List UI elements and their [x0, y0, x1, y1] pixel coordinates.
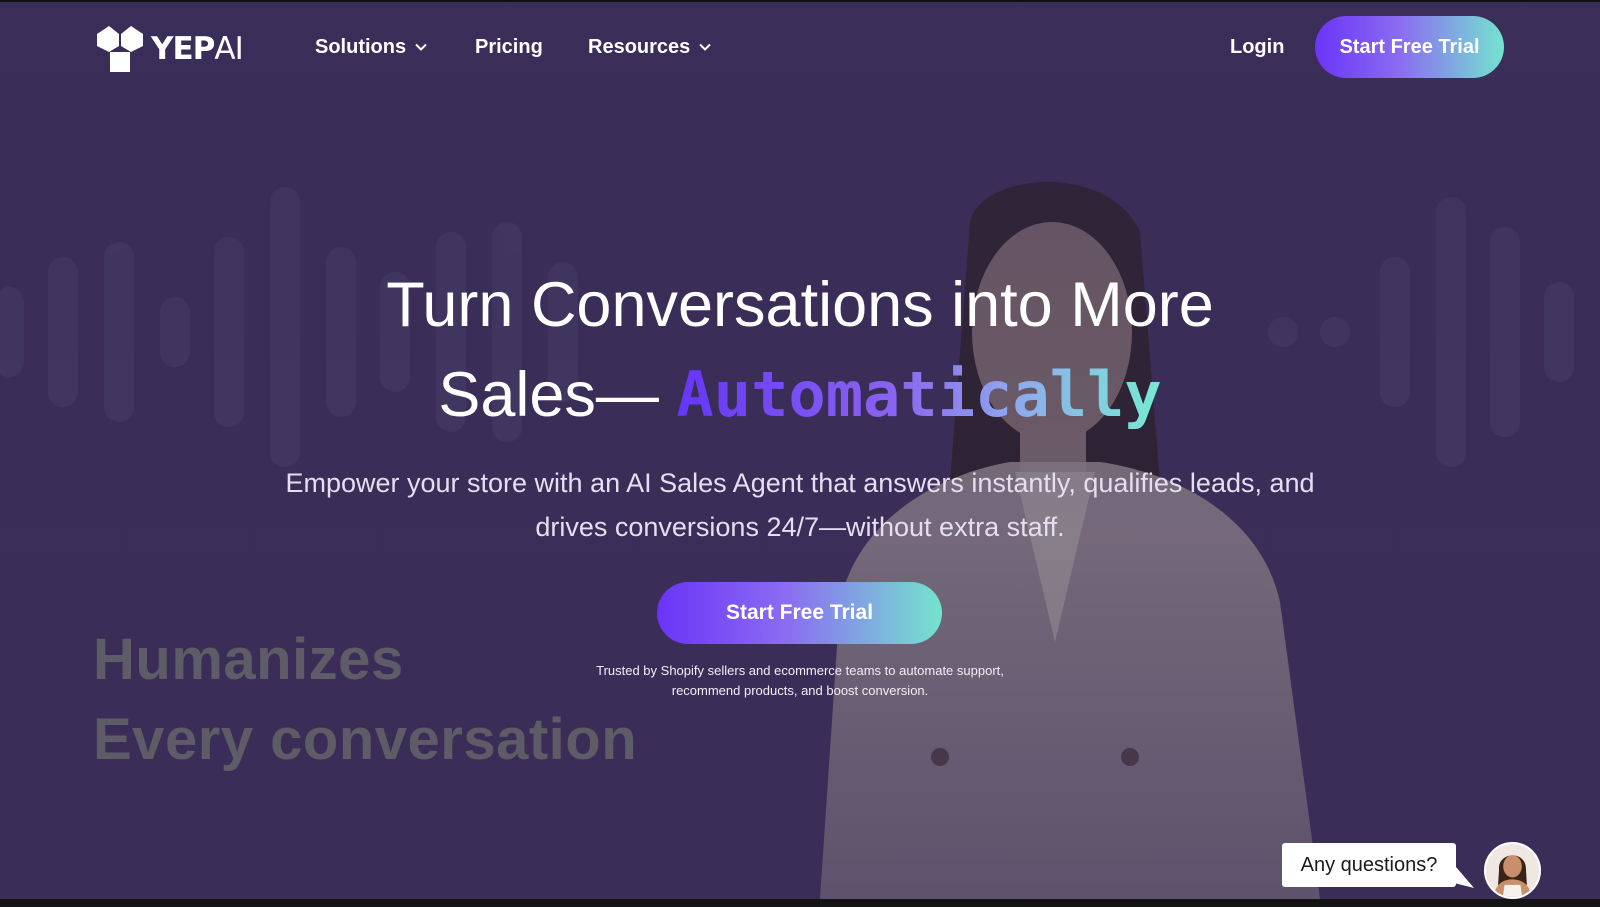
- logo[interactable]: YEPAI: [95, 26, 244, 72]
- avatar[interactable]: [1484, 842, 1541, 899]
- nav-solutions[interactable]: Solutions: [315, 32, 427, 62]
- login-link[interactable]: Login: [1230, 32, 1284, 62]
- hero-title-prefix: Sales—: [438, 360, 677, 430]
- trust-line1: Trusted by Shopify sellers and ecommerce…: [596, 663, 1004, 678]
- chat-bubble-tail: [1450, 860, 1474, 888]
- hero-title-highlight: Automatically: [676, 358, 1162, 431]
- trust-line2: recommend products, and boost conversion…: [671, 683, 929, 698]
- nav-resources-label: Resources: [588, 35, 691, 58]
- nav-solutions-label: Solutions: [315, 35, 407, 58]
- hero-title-line2: Sales— Automatically: [200, 350, 1400, 440]
- nav-pricing-label: Pricing: [475, 35, 543, 58]
- chevron-down-icon: [699, 43, 711, 51]
- yepai-logo-icon: [97, 26, 143, 72]
- brand-name: YEPAI: [151, 31, 244, 67]
- chevron-down-icon: [415, 43, 427, 51]
- nav-start-free-trial-button[interactable]: Start Free Trial: [1315, 16, 1504, 78]
- hero-title-line1: Turn Conversations into More: [386, 270, 1214, 340]
- hero-start-free-trial-button[interactable]: Start Free Trial: [657, 582, 942, 644]
- chat-prompt-bubble[interactable]: Any questions?: [1282, 843, 1456, 887]
- avatar-image: [1486, 844, 1539, 897]
- background-tagline: Humanizes Every conversation: [93, 620, 637, 780]
- nav-resources[interactable]: Resources: [588, 32, 711, 62]
- bottom-edge: [0, 899, 1600, 907]
- nav-pricing[interactable]: Pricing: [475, 32, 543, 62]
- hero-title: Turn Conversations into More Sales— Auto…: [200, 260, 1400, 440]
- top-nav: YEPAI Solutions Pricing Resources Login …: [0, 2, 1600, 92]
- background-tagline-line2: Every conversation: [93, 707, 638, 772]
- hero-section: Humanizes Every conversation YEPAI Solut…: [0, 2, 1600, 899]
- background-tagline-line1: Humanizes: [93, 627, 404, 692]
- hero-subtitle: Empower your store with an AI Sales Agen…: [285, 468, 1315, 542]
- trust-statement: Trusted by Shopify sellers and ecommerce…: [560, 661, 1040, 701]
